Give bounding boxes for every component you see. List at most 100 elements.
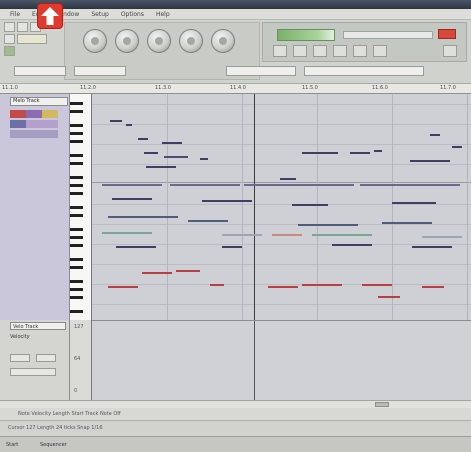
midi-note[interactable] [116, 246, 156, 248]
midi-note[interactable] [392, 202, 436, 204]
midi-note[interactable] [332, 244, 372, 246]
black-key [70, 176, 83, 179]
value-field[interactable] [304, 66, 424, 76]
stop-button[interactable] [333, 45, 347, 57]
midi-note[interactable] [382, 222, 432, 224]
midi-note[interactable] [102, 232, 152, 234]
midi-note[interactable] [452, 146, 462, 148]
midi-note[interactable] [202, 200, 252, 202]
rewind-button[interactable] [293, 45, 307, 57]
black-key [70, 184, 83, 187]
midi-note[interactable] [244, 184, 354, 186]
black-key [70, 228, 83, 231]
grid-row-line [92, 264, 471, 265]
knob-4[interactable] [179, 29, 203, 53]
midi-note[interactable] [108, 286, 138, 288]
midi-note[interactable] [410, 160, 450, 162]
midi-note[interactable] [112, 198, 152, 200]
midi-note[interactable] [110, 120, 122, 122]
piano-keyboard[interactable] [70, 94, 92, 320]
midi-note[interactable] [280, 178, 296, 180]
title-bar [0, 0, 471, 9]
edit-tool-button[interactable] [443, 45, 457, 57]
menu-file[interactable]: File [10, 11, 20, 18]
track-selector[interactable]: Melo Track [10, 97, 68, 106]
midi-note[interactable] [360, 184, 460, 186]
midi-note[interactable] [374, 150, 382, 152]
channel-yellow[interactable] [42, 110, 58, 118]
loop-button[interactable] [273, 45, 287, 57]
midi-note[interactable] [138, 138, 148, 140]
bar-line [467, 94, 468, 320]
pencil-tool-button[interactable] [17, 22, 28, 32]
midi-note[interactable] [146, 166, 176, 168]
scrollbar-thumb[interactable] [375, 402, 389, 407]
channel-purple[interactable] [26, 110, 42, 118]
midi-note[interactable] [430, 134, 440, 136]
quantize-dropdown[interactable] [226, 66, 296, 76]
menu-options[interactable]: Options [121, 11, 144, 18]
midi-note[interactable] [268, 286, 298, 288]
snap-toggle[interactable] [4, 46, 15, 56]
channel-blue[interactable] [10, 120, 26, 128]
midi-note[interactable] [378, 296, 400, 298]
midi-note[interactable] [142, 272, 172, 274]
midi-note[interactable] [302, 284, 342, 286]
horizontal-scrollbar[interactable] [0, 400, 471, 408]
controller-button-1[interactable] [10, 354, 30, 362]
zoom-tool-button[interactable] [17, 34, 47, 44]
forward-button[interactable] [373, 45, 387, 57]
record-button[interactable] [353, 45, 367, 57]
timeline-ruler[interactable]: 11.1.0 11.2.0 11.3.0 11.4.0 11.5.0 11.6.… [0, 84, 471, 94]
midi-note[interactable] [188, 220, 228, 222]
controller-lane[interactable] [92, 320, 471, 401]
midi-note[interactable] [210, 284, 224, 286]
midi-note[interactable] [162, 142, 182, 144]
midi-note[interactable] [176, 270, 200, 272]
midi-note[interactable] [412, 246, 452, 248]
zoom-field-1[interactable] [14, 66, 66, 76]
midi-note[interactable] [350, 152, 370, 154]
midi-note[interactable] [108, 216, 178, 218]
knob-3[interactable] [147, 29, 171, 53]
controller-selector[interactable]: Velo Track [10, 322, 66, 330]
knob-5[interactable] [211, 29, 235, 53]
midi-note[interactable] [144, 152, 158, 154]
midi-note[interactable] [298, 224, 358, 226]
midi-note[interactable] [302, 152, 338, 154]
taskbar-task[interactable]: Sequencer [40, 442, 67, 448]
midi-note[interactable] [312, 234, 372, 236]
menu-setup[interactable]: Setup [91, 11, 108, 18]
channel-red[interactable] [10, 110, 26, 118]
channel-gray[interactable] [10, 130, 58, 138]
midi-note[interactable] [422, 236, 462, 238]
zoom-field-2[interactable] [74, 66, 126, 76]
channel-lilac[interactable] [26, 120, 58, 128]
midi-note[interactable] [292, 204, 328, 206]
midi-note[interactable] [126, 124, 132, 126]
black-key [70, 110, 83, 113]
midi-note[interactable] [170, 184, 240, 186]
menu-help[interactable]: Help [156, 11, 170, 18]
knob-2[interactable] [115, 29, 139, 53]
controller-button-2[interactable] [36, 354, 56, 362]
pointer-tool-button[interactable] [4, 22, 15, 32]
midi-note[interactable] [222, 234, 262, 236]
up-arrow-icon[interactable] [38, 4, 62, 28]
midi-note[interactable] [222, 246, 242, 248]
midi-note[interactable] [362, 284, 392, 286]
midi-note[interactable] [272, 234, 302, 236]
controller-panel: Velo Track Velocity [0, 320, 70, 400]
start-button[interactable]: Start [6, 442, 18, 448]
piano-roll-grid[interactable] [92, 94, 471, 320]
midi-note[interactable] [164, 156, 188, 158]
midi-note[interactable] [102, 184, 162, 186]
select-tool-button[interactable] [4, 34, 15, 44]
midi-note[interactable] [200, 158, 208, 160]
play-button[interactable] [313, 45, 327, 57]
bar-line [392, 94, 393, 320]
controller-slider[interactable] [10, 368, 56, 376]
playhead[interactable] [254, 94, 255, 320]
midi-note[interactable] [422, 286, 444, 288]
knob-1[interactable] [83, 29, 107, 53]
